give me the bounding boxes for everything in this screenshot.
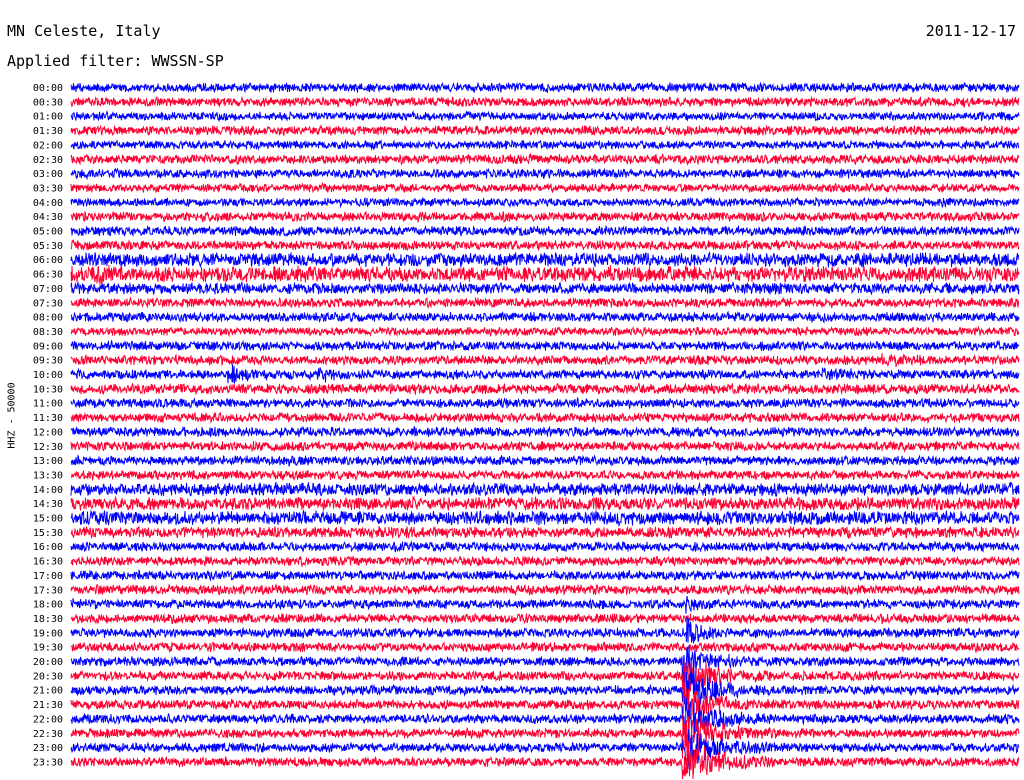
row-time-label: 03:30 (33, 183, 63, 194)
trace-row-0600 (70, 251, 1020, 269)
trace-row-1500 (70, 509, 1020, 528)
row-time-label: 05:00 (33, 227, 63, 238)
row-time-label: 07:30 (33, 298, 63, 309)
trace-row-1530 (70, 525, 1020, 540)
row-time-label: 18:00 (33, 600, 63, 611)
row-time-label: 10:00 (33, 370, 63, 381)
trace-row-0030 (70, 95, 1020, 109)
time-labels: 00:00 00:30 01:00 01:30 02:00 02:30 03:00 03:30… (33, 83, 63, 768)
trace-row-0730 (70, 296, 1020, 310)
row-time-label: 12:30 (33, 442, 63, 453)
row-time-label: 14:30 (33, 499, 63, 510)
trace-row-0330 (70, 181, 1020, 194)
row-time-label: 07:00 (33, 284, 63, 295)
trace-row-1700 (70, 569, 1020, 582)
row-time-label: 13:00 (33, 456, 63, 467)
row-time-label: 01:00 (33, 112, 63, 123)
trace-row-1330 (70, 468, 1020, 482)
row-time-label: 05:30 (33, 241, 63, 252)
row-time-label: 23:00 (33, 743, 63, 754)
helicorder-page: MN Celeste, Italy 2011-12-17 Applied fil… (0, 0, 1024, 780)
trace-row-0800 (70, 310, 1020, 324)
trace-row-1230 (70, 439, 1020, 453)
row-time-label: 03:00 (33, 169, 63, 180)
trace-row-0530 (70, 238, 1020, 252)
row-time-label: 17:30 (33, 585, 63, 596)
trace-row-0100 (70, 109, 1020, 123)
row-time-label: 15:00 (33, 514, 63, 525)
row-time-label: 17:00 (33, 571, 63, 582)
row-time-label: 02:00 (33, 140, 63, 151)
row-time-label: 20:00 (33, 657, 63, 668)
row-time-label: 11:00 (33, 399, 63, 410)
row-time-label: 04:00 (33, 198, 63, 209)
row-time-label: 04:30 (33, 212, 63, 223)
trace-row-0500 (70, 224, 1020, 237)
row-time-label: 21:30 (33, 700, 63, 711)
trace-row-1200 (70, 425, 1020, 439)
row-time-label: 21:00 (33, 686, 63, 697)
trace-row-1730 (70, 583, 1020, 597)
row-time-label: 13:30 (33, 470, 63, 481)
trace-row-1800 (70, 595, 1020, 614)
trace-row-1100 (70, 396, 1020, 410)
trace-row-1830 (70, 612, 1020, 625)
trace-row-1430 (70, 495, 1020, 512)
row-time-label: 11:30 (33, 413, 63, 424)
trace-row-1300 (70, 454, 1020, 468)
row-time-label: 14:00 (33, 485, 63, 496)
trace-row-1600 (70, 540, 1020, 553)
trace-row-1000 (70, 364, 1020, 384)
trace-row-1400 (70, 481, 1020, 498)
trace-row-1030 (70, 382, 1020, 396)
trace-row-0300 (70, 167, 1020, 181)
trace-row-0000 (70, 81, 1020, 94)
row-time-label: 06:30 (33, 270, 63, 281)
helicorder-plot: 00:00 00:30 01:00 01:30 02:00 02:30 03:00 03:30… (33, 81, 1020, 780)
row-time-label: 06:00 (33, 255, 63, 266)
trace-row-0200 (70, 139, 1020, 151)
row-time-label: 15:30 (33, 528, 63, 539)
row-time-label: 12:00 (33, 427, 63, 438)
trace-row-0700 (70, 281, 1020, 296)
row-time-label: 16:30 (33, 557, 63, 568)
trace-row-1630 (70, 555, 1020, 568)
trace-row-1930 (70, 640, 1020, 654)
trace-row-0630 (70, 263, 1020, 286)
row-time-label: 22:30 (33, 729, 63, 740)
row-time-label: 00:30 (33, 97, 63, 108)
trace-row-0430 (70, 210, 1020, 224)
row-time-label: 19:30 (33, 643, 63, 654)
trace-row-0900 (70, 339, 1020, 352)
row-time-label: 22:00 (33, 714, 63, 725)
row-time-label: 09:00 (33, 341, 63, 352)
row-time-label: 10:30 (33, 384, 63, 395)
trace-row-0130 (70, 123, 1020, 137)
trace-row-0830 (70, 325, 1020, 338)
row-time-label: 02:30 (33, 155, 63, 166)
row-time-label: 18:30 (33, 614, 63, 625)
row-time-label: 19:00 (33, 628, 63, 639)
row-time-label: 16:00 (33, 542, 63, 553)
trace-row-0230 (70, 152, 1020, 167)
row-time-label: 23:30 (33, 757, 63, 768)
trace-row-0930 (70, 353, 1020, 368)
row-time-label: 08:00 (33, 313, 63, 324)
trace-row-1130 (70, 411, 1020, 425)
row-time-label: 08:30 (33, 327, 63, 338)
trace-row-0400 (70, 196, 1020, 209)
row-time-label: 00:00 (33, 83, 63, 94)
row-time-label: 20:30 (33, 671, 63, 682)
row-time-label: 01:30 (33, 126, 63, 137)
traces (70, 81, 1020, 780)
row-time-label: 09:30 (33, 356, 63, 367)
